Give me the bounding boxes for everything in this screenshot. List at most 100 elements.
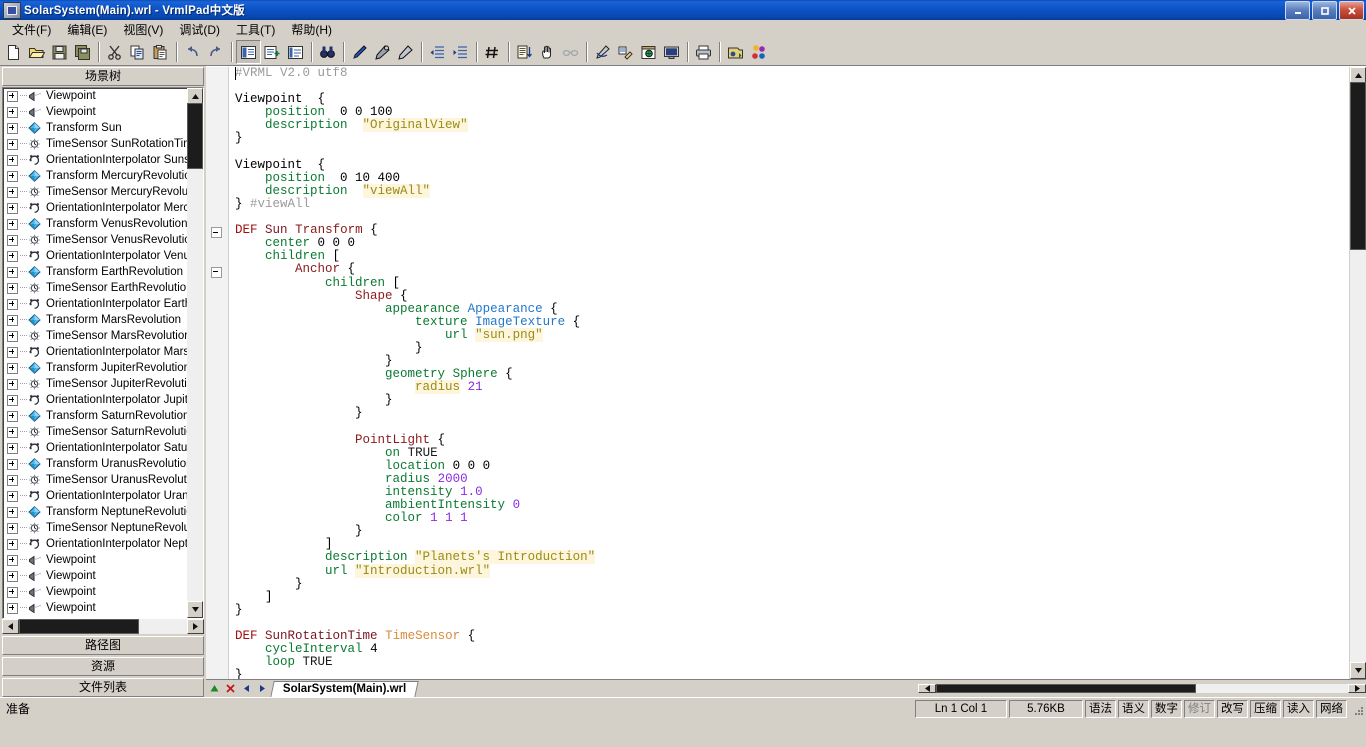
scrollbar-thumb[interactable] — [936, 684, 1196, 693]
expand-plus-icon[interactable] — [7, 90, 18, 102]
expand-plus-icon[interactable] — [7, 458, 18, 470]
scene-tree-item[interactable]: Transform VenusRevolution — [3, 216, 187, 232]
copy-icon[interactable] — [126, 41, 149, 63]
expand-plus-icon[interactable] — [7, 282, 18, 294]
print-icon[interactable] — [692, 41, 715, 63]
expand-plus-icon[interactable] — [7, 218, 18, 230]
scene-tree-vertical-scrollbar[interactable] — [187, 88, 203, 618]
menu-view[interactable]: 视图(V) — [115, 19, 171, 40]
glasses-icon[interactable] — [559, 41, 582, 63]
expand-plus-icon[interactable] — [7, 122, 18, 134]
expand-plus-icon[interactable] — [7, 394, 18, 406]
scene-tree-item[interactable]: TimeSensor MarsRevolutionTi — [3, 328, 187, 344]
scene-tree-item[interactable]: Transform MercuryRevolution — [3, 168, 187, 184]
scene-tree-item[interactable]: Viewpoint — [3, 584, 187, 600]
expand-plus-icon[interactable] — [7, 362, 18, 374]
scene-tree-item[interactable]: Viewpoint — [3, 552, 187, 568]
expand-plus-icon[interactable] — [7, 314, 18, 326]
scrollbar-track[interactable] — [1350, 82, 1366, 664]
fold-collapse-icon[interactable] — [211, 227, 222, 239]
sort-lines-icon[interactable] — [513, 41, 536, 63]
fold-gutter[interactable] — [206, 67, 229, 679]
window-resize-grip[interactable] — [1350, 702, 1364, 716]
scene-tree-item[interactable]: Transform NeptuneRevolution — [3, 504, 187, 520]
expand-plus-icon[interactable] — [7, 586, 18, 598]
scene-tree-item[interactable]: TimeSensor EarthRevolutionTi — [3, 280, 187, 296]
expand-plus-icon[interactable] — [7, 522, 18, 534]
status-revision[interactable]: 修订 — [1184, 699, 1215, 718]
run-arrow-icon[interactable] — [591, 41, 614, 63]
document-tab[interactable]: SolarSystem(Main).wrl — [270, 680, 420, 697]
scene-tree-horizontal-scrollbar[interactable] — [2, 619, 204, 634]
save-icon[interactable] — [48, 41, 71, 63]
scroll-down-arrow-icon[interactable] — [1350, 662, 1366, 679]
minimize-button[interactable] — [1285, 1, 1310, 20]
expand-plus-icon[interactable] — [7, 410, 18, 422]
expand-plus-icon[interactable] — [7, 570, 18, 582]
panel-tab-resources[interactable]: 资源 — [2, 657, 204, 676]
scrollbar-track[interactable] — [936, 684, 1348, 693]
scene-tree-item[interactable]: TimeSensor VenusRevolutionT — [3, 232, 187, 248]
properties-icon[interactable] — [284, 41, 307, 63]
syntax-check-icon[interactable] — [371, 41, 394, 63]
fold-collapse-icon[interactable] — [211, 266, 222, 278]
preview-monitor-icon[interactable] — [660, 41, 683, 63]
expand-plus-icon[interactable] — [7, 346, 18, 358]
expand-plus-icon[interactable] — [7, 330, 18, 342]
color-balls-icon[interactable] — [747, 41, 770, 63]
scissor-tool-icon[interactable] — [394, 41, 417, 63]
scene-tree-item[interactable]: OrientationInterpolator Jupite — [3, 392, 187, 408]
scene-tree-item[interactable]: Viewpoint — [3, 104, 187, 120]
code-editor[interactable]: #VRML V2.0 utf8 Viewpoint { position 0 0… — [206, 66, 1366, 679]
source-code[interactable]: #VRML V2.0 utf8 Viewpoint { position 0 0… — [229, 67, 1349, 679]
scene-tree-item[interactable]: OrientationInterpolator Venus — [3, 248, 187, 264]
status-syntax[interactable]: 语法 — [1085, 699, 1116, 718]
scroll-left-arrow-icon[interactable] — [918, 684, 936, 693]
scroll-right-arrow-icon[interactable] — [187, 619, 204, 634]
scroll-left-arrow-icon[interactable] — [2, 619, 19, 634]
scene-tree-item[interactable]: Transform EarthRevolution — [3, 264, 187, 280]
scroll-right-arrow-icon[interactable] — [1348, 684, 1366, 693]
scene-tree-view[interactable]: Viewpoint Viewpoint Transform Sun TimeSenso… — [2, 87, 204, 619]
cut-icon[interactable] — [103, 41, 126, 63]
status-compress[interactable]: 压缩 — [1250, 699, 1281, 718]
expand-plus-icon[interactable] — [7, 138, 18, 150]
menu-debug[interactable]: 调试(D) — [171, 19, 228, 40]
expand-plus-icon[interactable] — [7, 602, 18, 614]
editor-horizontal-scrollbar[interactable] — [918, 684, 1366, 693]
expand-plus-icon[interactable] — [7, 426, 18, 438]
status-network[interactable]: 网络 — [1316, 699, 1347, 718]
menu-file[interactable]: 文件(F) — [4, 19, 59, 40]
panel-tab-file-list[interactable]: 文件列表 — [2, 678, 204, 697]
scene-tree-item[interactable]: OrientationInterpolator Earths — [3, 296, 187, 312]
redo-icon[interactable] — [204, 41, 227, 63]
scene-tree-item[interactable]: Viewpoint — [3, 616, 187, 618]
number-hash-icon[interactable] — [481, 41, 504, 63]
status-overwrite[interactable]: 改写 — [1217, 699, 1248, 718]
expand-plus-icon[interactable] — [7, 234, 18, 246]
scene-tree-item[interactable]: TimeSensor JupiterRevolution — [3, 376, 187, 392]
expand-plus-icon[interactable] — [7, 266, 18, 278]
open-folder-icon[interactable] — [25, 41, 48, 63]
panel-tab-route-map[interactable]: 路径图 — [2, 636, 204, 655]
scene-tree-item[interactable]: OrientationInterpolator Neptu — [3, 536, 187, 552]
scene-tree-item[interactable]: Transform Sun — [3, 120, 187, 136]
expand-plus-icon[interactable] — [7, 474, 18, 486]
menu-tools[interactable]: 工具(T) — [228, 19, 283, 40]
run-triangle-icon[interactable] — [206, 680, 222, 697]
scene-tree-item[interactable]: Viewpoint — [3, 568, 187, 584]
publish-icon[interactable] — [724, 41, 747, 63]
editor-vscroll-inner[interactable] — [1350, 67, 1366, 679]
scene-tree-item[interactable]: OrientationInterpolator Uranu — [3, 488, 187, 504]
browser-icon[interactable] — [637, 41, 660, 63]
expand-plus-icon[interactable] — [7, 554, 18, 566]
scene-tree-item[interactable]: TimeSensor NeptuneRevolutio — [3, 520, 187, 536]
scrollbar-thumb[interactable] — [187, 103, 203, 169]
menu-help[interactable]: 帮助(H) — [283, 19, 340, 40]
scrollbar-track[interactable] — [19, 619, 187, 634]
indent-icon[interactable] — [449, 41, 472, 63]
menu-edit[interactable]: 编辑(E) — [59, 19, 115, 40]
scene-tree-item[interactable]: OrientationInterpolator SunsR — [3, 152, 187, 168]
paste-icon[interactable] — [149, 41, 172, 63]
expand-plus-icon[interactable] — [7, 250, 18, 262]
